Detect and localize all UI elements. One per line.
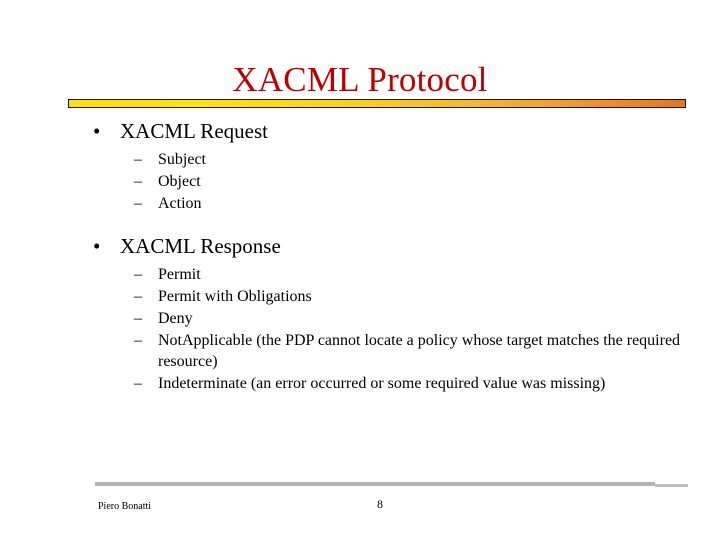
list-item-label: Action	[158, 195, 202, 212]
list-item-label: NotApplicable (the PDP cannot locate a p…	[158, 332, 681, 370]
list-item: – Permit with Obligations	[120, 286, 690, 307]
footer-divider-tail	[655, 484, 688, 487]
list-item: – NotApplicable (the PDP cannot locate a…	[120, 330, 690, 372]
list-item-label: Subject	[158, 151, 206, 168]
list-item-label: Object	[158, 173, 201, 190]
dash-icon: –	[134, 266, 142, 283]
list-item-label: Permit with Obligations	[158, 288, 312, 305]
dash-icon: –	[134, 173, 142, 190]
dash-icon: –	[134, 288, 142, 305]
list-item-label: Permit	[158, 266, 201, 283]
bullet-list-level1: • XACML Request – Subject – Object – Act…	[0, 118, 720, 394]
bullet-icon: •	[93, 234, 101, 258]
list-item: – Subject	[120, 149, 690, 170]
list-item-label: Deny	[158, 310, 193, 327]
slide: XACML Protocol • XACML Request – Subject…	[0, 0, 720, 540]
page-title: XACML Protocol	[232, 60, 488, 100]
dash-icon: –	[134, 151, 142, 168]
list-item: – Object	[120, 171, 690, 192]
dash-icon: –	[134, 195, 142, 212]
bullet-heading-label: XACML Request	[120, 119, 268, 143]
list-item-label: Indeterminate (an error occurred or some…	[158, 375, 606, 392]
slide-body: • XACML Request – Subject – Object – Act…	[0, 118, 720, 395]
bullet-list-level2-request: – Subject – Object – Action	[120, 149, 720, 214]
list-item: – Deny	[120, 308, 690, 329]
dash-icon: –	[134, 332, 142, 349]
bullet-list-level2-response: – Permit – Permit with Obligations – Den…	[120, 264, 720, 394]
dash-icon: –	[134, 375, 142, 392]
page-number: 8	[377, 497, 383, 511]
footer-divider	[95, 482, 655, 486]
list-item: – Action	[120, 193, 690, 214]
bullet-heading-label: XACML Response	[120, 234, 281, 258]
bullet-group-response: • XACML Response – Permit – Permit with …	[0, 233, 720, 394]
list-item: – Permit	[120, 264, 690, 285]
bullet-group-request: • XACML Request – Subject – Object – Act…	[0, 118, 720, 214]
title-divider-bar	[68, 99, 686, 108]
group-spacer	[0, 215, 720, 233]
dash-icon: –	[134, 310, 142, 327]
list-item: – Indeterminate (an error occurred or so…	[120, 373, 690, 394]
bullet-icon: •	[93, 119, 101, 143]
